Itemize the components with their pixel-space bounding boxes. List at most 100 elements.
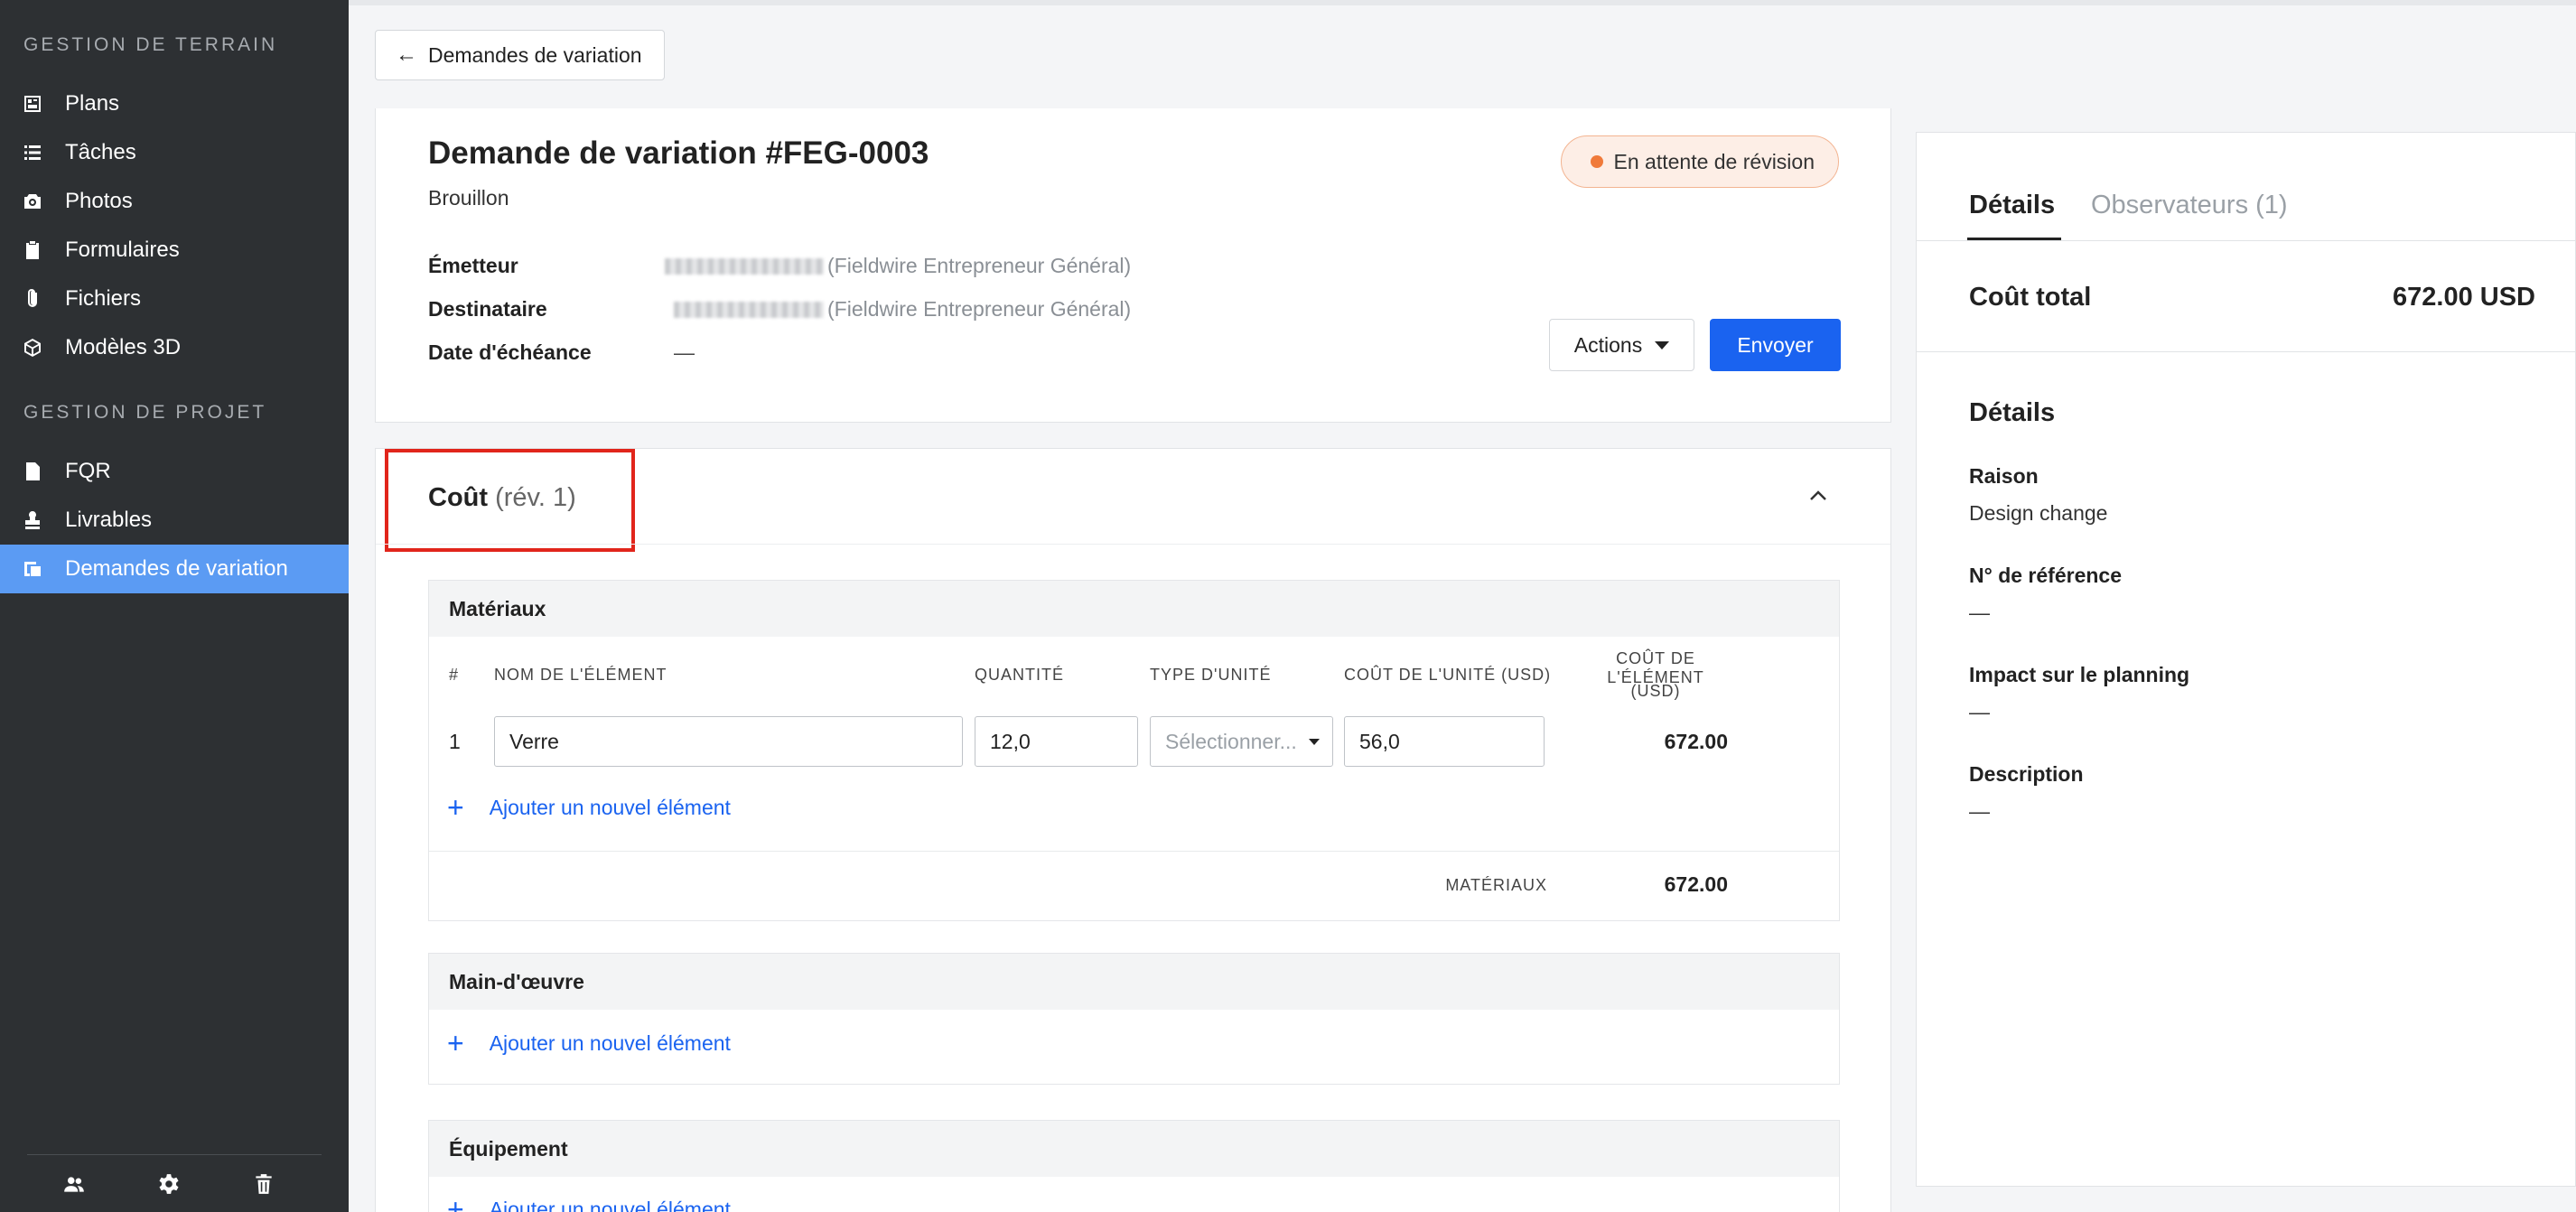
description-value[interactable]: —: [1969, 799, 1990, 824]
equipment-title: Équipement: [429, 1121, 1839, 1177]
due-date-label: Date d'échéance: [428, 340, 592, 364]
column-header-item-cost-unit: (USD): [1630, 682, 1681, 700]
reason-label: Raison: [1969, 464, 2039, 488]
recipient-label: Destinataire: [428, 297, 547, 321]
back-button[interactable]: ← Demandes de variation: [375, 30, 665, 80]
top-bar: [349, 0, 2576, 5]
sidebar-item-label: Formulaires: [65, 238, 180, 262]
divider: [376, 544, 1890, 545]
sidebar-item-rfi[interactable]: FQR: [0, 447, 349, 496]
sidebar-item-plans[interactable]: Plans: [0, 79, 349, 128]
highlight-annotation: [385, 449, 635, 552]
document-info-icon: [22, 461, 43, 482]
paperclip-icon: [22, 288, 43, 310]
column-header-unit-type: TYPE D'UNITÉ: [1150, 666, 1272, 684]
chevron-up-icon[interactable]: [1809, 487, 1827, 505]
materials-section: Matériaux # NOM DE L'ÉLÉMENT QUANTITÉ TY…: [428, 580, 1840, 921]
plus-icon: +: [447, 1193, 464, 1212]
divider: [429, 851, 1839, 852]
list-icon: [22, 142, 43, 163]
caret-down-icon: [1309, 738, 1320, 745]
add-labor-label: Ajouter un nouvel élément: [489, 1030, 731, 1055]
camera-icon: [22, 191, 43, 212]
sidebar-item-label: FQR: [65, 459, 111, 483]
plans-icon: [22, 93, 43, 115]
total-cost-value: 672.00 USD: [2393, 283, 2535, 312]
add-material-link[interactable]: + Ajouter un nouvel élément: [447, 793, 731, 822]
reason-value[interactable]: Design change: [1969, 501, 2107, 526]
sidebar-section-field: GESTION DE TERRAIN: [23, 34, 278, 55]
trash-icon[interactable]: [250, 1170, 277, 1198]
gear-icon[interactable]: [155, 1170, 182, 1198]
tab-watchers[interactable]: Observateurs (1): [2091, 191, 2288, 220]
recipient-value: (Fieldwire Entrepreneur Général): [674, 297, 1131, 322]
column-header-unit-cost: COÛT DE L'UNITÉ (USD): [1344, 666, 1552, 684]
add-material-label: Ajouter un nouvel élément: [489, 795, 731, 819]
clipboard-icon: [22, 239, 43, 261]
item-name-input[interactable]: Verre: [494, 716, 963, 767]
reference-number-value[interactable]: —: [1969, 601, 1990, 625]
actions-label: Actions: [1573, 332, 1643, 357]
plus-icon: +: [447, 1027, 464, 1059]
sidebar-item-tasks[interactable]: Tâches: [0, 128, 349, 177]
row-number: 1: [449, 730, 461, 753]
sidebar-item-label: Tâches: [65, 140, 136, 164]
status-badge[interactable]: En attente de révision: [1560, 135, 1839, 188]
equipment-section: Équipement + Ajouter un nouvel élément: [428, 1120, 1840, 1212]
status-dot-icon: [1590, 155, 1603, 168]
divider: [1917, 240, 2576, 241]
schedule-impact-value[interactable]: —: [1969, 700, 1990, 724]
details-panel: Détails Observateurs (1) Coût total 672.…: [1916, 132, 2576, 1187]
sidebar-item-change-orders[interactable]: Demandes de variation: [0, 545, 349, 593]
sidebar-item-submittals[interactable]: Livrables: [0, 496, 349, 545]
status-label: En attente de révision: [1613, 149, 1815, 173]
redacted-name: [674, 301, 824, 318]
schedule-impact-label: Impact sur le planning: [1969, 663, 2190, 686]
sidebar-item-photos[interactable]: Photos: [0, 177, 349, 226]
sidebar-item-label: Plans: [65, 91, 120, 116]
sidebar-section-project: GESTION DE PROJET: [23, 402, 267, 423]
stamp-icon: [22, 509, 43, 531]
materials-title: Matériaux: [429, 581, 1839, 637]
sidebar-item-label: Fichiers: [65, 286, 142, 311]
sidebar: GESTION DE TERRAIN Plans Tâches Photos F…: [0, 0, 349, 1212]
add-labor-link[interactable]: + Ajouter un nouvel élément: [447, 1029, 731, 1058]
unit-type-select[interactable]: Sélectionner...: [1150, 716, 1333, 767]
sidebar-item-label: Demandes de variation: [65, 556, 288, 581]
unit-type-placeholder: Sélectionner...: [1165, 729, 1297, 753]
materials-subtotal-label: MATÉRIAUX: [1445, 876, 1547, 894]
description-label: Description: [1969, 762, 2084, 786]
add-equipment-link[interactable]: + Ajouter un nouvel élément: [447, 1195, 731, 1212]
actions-dropdown-button[interactable]: Actions: [1549, 319, 1694, 371]
item-cost-value: 672.00: [1664, 730, 1728, 753]
sidebar-item-files[interactable]: Fichiers: [0, 275, 349, 323]
due-date-value: —: [674, 340, 695, 364]
details-section-title: Détails: [1969, 398, 2056, 427]
caret-down-icon: [1655, 340, 1670, 350]
labor-section: Main-d'œuvre + Ajouter un nouvel élément: [428, 953, 1840, 1085]
sidebar-item-label: Modèles 3D: [65, 335, 182, 359]
reference-number-label: N° de référence: [1969, 564, 2122, 587]
change-order-header-card: Demande de variation #FEG-0003 Brouillon…: [375, 108, 1891, 423]
sidebar-item-label: Livrables: [65, 508, 153, 532]
arrow-left-icon: ←: [396, 42, 417, 67]
sidebar-item-forms[interactable]: Formulaires: [0, 226, 349, 275]
total-cost-label: Coût total: [1969, 283, 2092, 312]
send-button[interactable]: Envoyer: [1710, 319, 1841, 371]
add-equipment-label: Ajouter un nouvel élément: [489, 1197, 731, 1212]
divider: [1917, 351, 2576, 352]
back-button-label: Demandes de variation: [428, 42, 642, 67]
quantity-input[interactable]: 12,0: [975, 716, 1138, 767]
people-icon[interactable]: [61, 1170, 88, 1198]
labor-title: Main-d'œuvre: [429, 954, 1839, 1010]
recipient-company: (Fieldwire Entrepreneur Général): [827, 297, 1132, 321]
unit-cost-input[interactable]: 56,0: [1344, 716, 1545, 767]
column-header-quantity: QUANTITÉ: [975, 666, 1065, 684]
change-order-icon: [22, 558, 43, 580]
page-title: Demande de variation #FEG-0003: [428, 135, 929, 171]
issuer-company: (Fieldwire Entrepreneur Général): [827, 254, 1132, 277]
tab-details[interactable]: Détails: [1969, 191, 2055, 220]
sidebar-item-label: Photos: [65, 189, 133, 213]
redacted-name: [665, 257, 824, 275]
sidebar-item-3d-models[interactable]: Modèles 3D: [0, 323, 349, 372]
